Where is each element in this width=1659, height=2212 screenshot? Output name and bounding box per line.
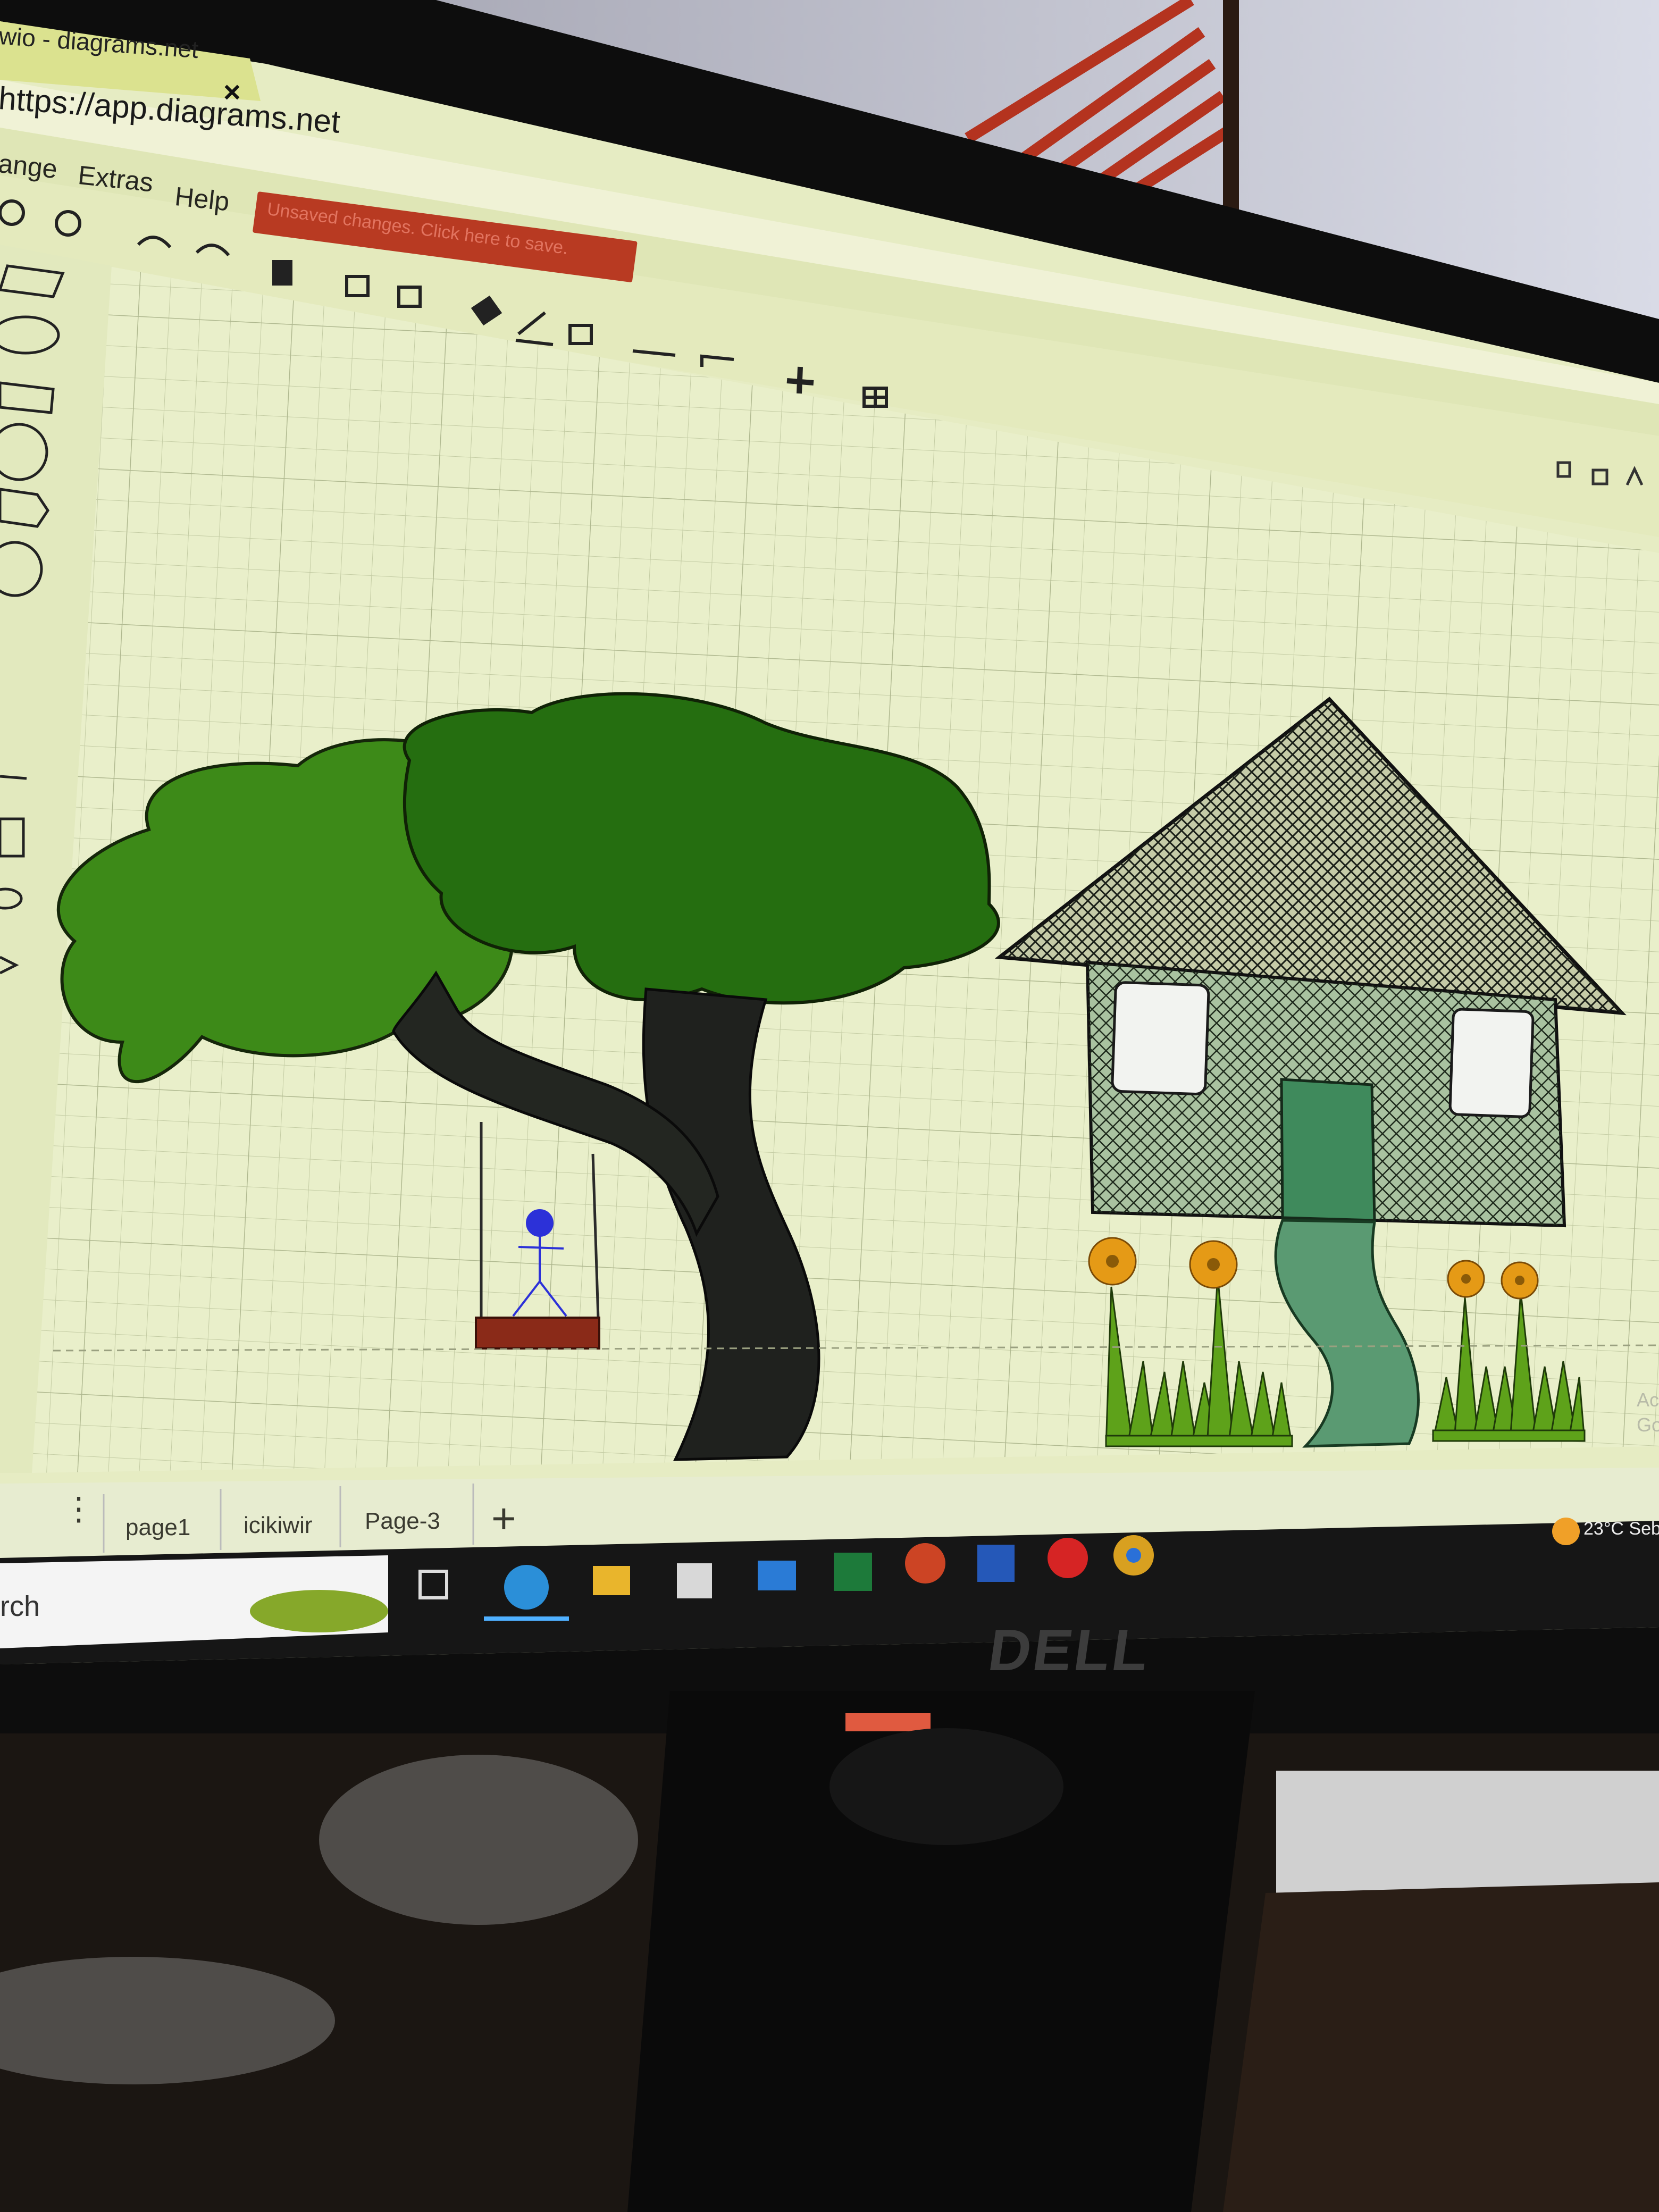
weather-icon [1552,1518,1580,1545]
tab-icikiwir[interactable]: icikiwir [244,1512,313,1539]
menu-arrange[interactable]: ange [0,148,59,185]
pages-menu-icon[interactable]: ⋮ [63,1493,95,1525]
store-icon[interactable] [677,1563,712,1598]
delete-icon[interactable] [272,260,292,286]
photo-scene [0,0,1659,2212]
tab-page1[interactable]: page1 [125,1514,190,1541]
mail-icon[interactable] [758,1561,796,1590]
taskbar-search-text[interactable]: rch [0,1590,40,1623]
activate-windows-hint: Ac Go [1637,1389,1659,1436]
acrobat-icon[interactable] [1048,1538,1088,1578]
edge-icon[interactable] [504,1565,549,1610]
weather-widget[interactable]: 23°C Seba [1583,1519,1659,1539]
powerpoint-icon[interactable] [905,1543,945,1583]
house-door [1280,1078,1376,1222]
swing-seat [475,1317,600,1350]
dell-logo: DELL [984,1618,1155,1683]
house-window-right [1448,1008,1535,1118]
tab-page-3[interactable]: Page-3 [365,1508,440,1535]
file-explorer-icon[interactable] [593,1566,630,1595]
excel-icon[interactable] [834,1553,872,1591]
menu-help[interactable]: Help [173,181,231,217]
add-page-button[interactable]: + [491,1494,516,1543]
house-window-left [1111,981,1210,1095]
search-highlight-art [250,1590,388,1632]
word-icon[interactable] [977,1545,1015,1582]
